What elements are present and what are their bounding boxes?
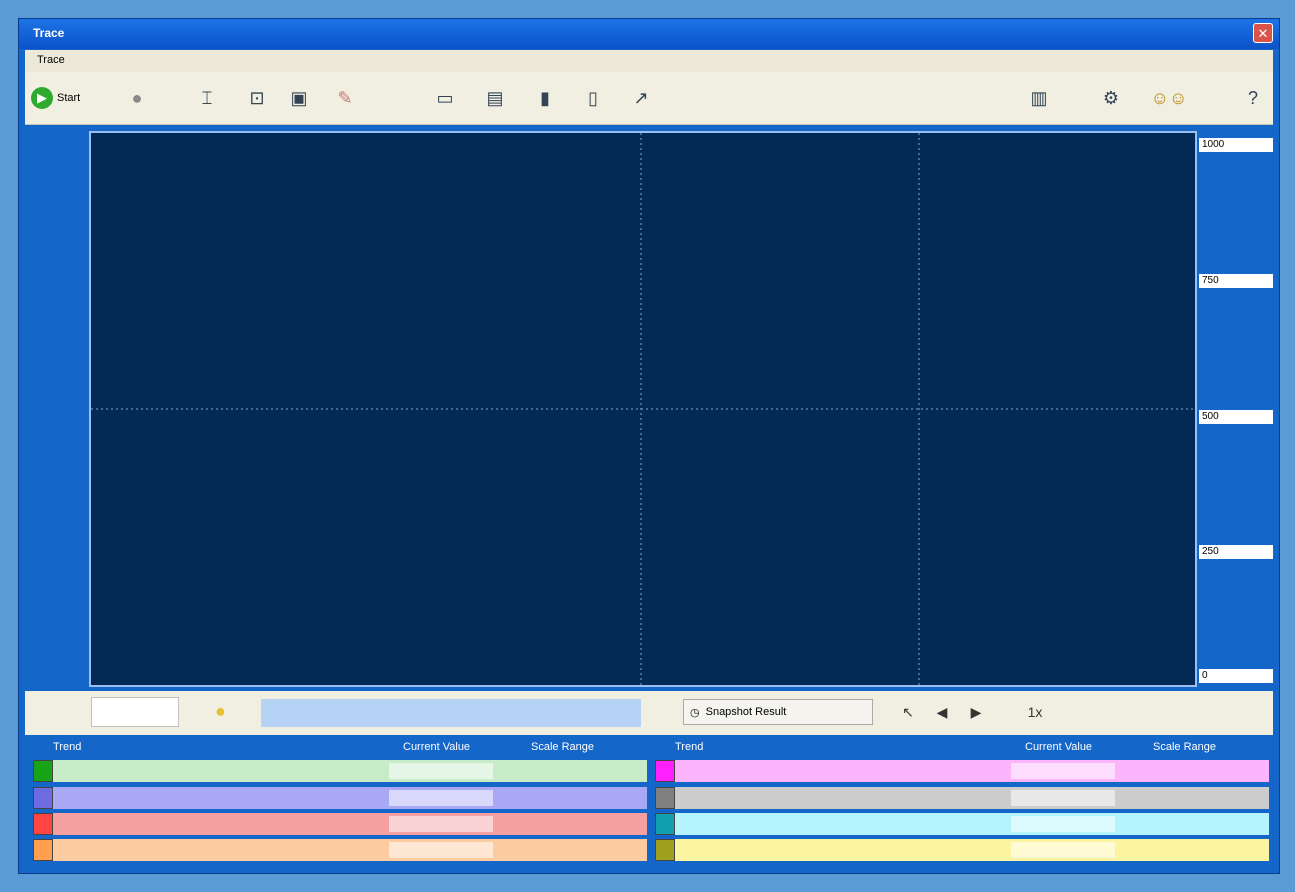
ruler-icon[interactable]: ▤ [483, 86, 507, 110]
color-swatch[interactable] [655, 787, 675, 809]
status-bar: ● ◷ Snapshot Result ↖ ◀ ▶ 1x [25, 691, 1273, 735]
menu-bar: Trace [25, 50, 1273, 72]
window-title: Trace [33, 26, 65, 40]
color-swatch[interactable] [33, 787, 53, 809]
select-icon[interactable]: ▥ [1027, 86, 1051, 110]
legend-row-left[interactable] [33, 760, 647, 782]
header-trend: Trend [53, 741, 82, 753]
start-label: Start [57, 92, 81, 104]
folder-icon[interactable]: ● [215, 700, 241, 722]
y-axis-label: 250 [1199, 545, 1273, 559]
legend-header-right: Trend Current Value Scale Range [655, 739, 1269, 757]
current-value-cell [1011, 790, 1115, 806]
zoom-area-icon[interactable]: ▣ [287, 86, 311, 110]
zoom-time-icon[interactable]: ⌶ [195, 86, 219, 110]
pan-icon[interactable]: ✎ [333, 86, 357, 110]
current-value-cell [1011, 763, 1115, 779]
color-swatch[interactable] [655, 813, 675, 835]
trace-window: Trace ✕ Trace ▶ Start ● ⌶ ⊡ ▣ ✎ ▭ ▤ ▮ ▯ … [18, 18, 1280, 874]
start-button[interactable]: ▶ Start [31, 86, 80, 110]
color-swatch[interactable] [655, 839, 675, 861]
legend-row-right[interactable] [655, 760, 1269, 782]
copy-icon[interactable]: ▯ [581, 86, 605, 110]
legend-row-right[interactable] [655, 787, 1269, 809]
current-value-cell [1011, 842, 1115, 858]
color-swatch[interactable] [33, 813, 53, 835]
speed-label: 1x [1027, 704, 1043, 720]
title-bar[interactable]: Trace ✕ [19, 19, 1279, 49]
rewind-icon[interactable]: ◀ [931, 701, 953, 723]
settings-icon[interactable]: ⚙ [1099, 86, 1123, 110]
y-axis-label: 750 [1199, 274, 1273, 288]
chart-icon[interactable]: ↗ [629, 86, 653, 110]
close-button[interactable]: ✕ [1253, 23, 1273, 43]
cursor-icon[interactable]: ↖ [897, 701, 919, 723]
header-scale-range: Scale Range [1153, 741, 1216, 753]
legend-row-left[interactable] [33, 787, 647, 809]
legend-header-left: Trend Current Value Scale Range [33, 739, 647, 757]
close-icon: ✕ [1257, 26, 1269, 41]
legend-row-right[interactable] [655, 839, 1269, 861]
color-swatch[interactable] [655, 760, 675, 782]
camera-icon: ◷ [690, 706, 700, 719]
current-value-cell [389, 763, 493, 779]
y-axis-label: 0 [1199, 669, 1273, 683]
stop-icon[interactable]: ● [125, 86, 149, 110]
forward-icon[interactable]: ▶ [965, 701, 987, 723]
y-axis-label: 500 [1199, 410, 1273, 424]
header-scale-range: Scale Range [531, 741, 594, 753]
header-current-value: Current Value [403, 741, 471, 753]
color-swatch[interactable] [33, 839, 53, 861]
help-icon[interactable]: ? [1241, 86, 1265, 110]
legend-row-right[interactable] [655, 813, 1269, 835]
snapshot-button[interactable]: ◷ Snapshot Result [683, 699, 873, 725]
color-swatch[interactable] [33, 760, 53, 782]
current-value-cell [389, 816, 493, 832]
header-trend: Trend [675, 741, 704, 753]
legend-row-left[interactable] [33, 839, 647, 861]
trend-plot-area[interactable] [89, 131, 1197, 687]
zoom-value-icon[interactable]: ⊡ [245, 86, 269, 110]
current-value-cell [1011, 816, 1115, 832]
current-value-cell [389, 790, 493, 806]
y-axis-label: 1000 [1199, 138, 1273, 152]
toolbar: ▶ Start ● ⌶ ⊡ ▣ ✎ ▭ ▤ ▮ ▯ ↗ ▥ ⚙ ☺☺ ? [25, 72, 1273, 125]
current-value-cell [389, 842, 493, 858]
header-current-value: Current Value [1025, 741, 1093, 753]
menu-item-trace[interactable]: Trace [37, 54, 65, 66]
grid [91, 133, 1195, 685]
one-to-one-icon[interactable]: ▭ [433, 86, 457, 110]
progress-bar [261, 699, 641, 727]
snapshot-label: Snapshot Result [705, 706, 787, 718]
users-icon[interactable]: ☺☺ [1149, 86, 1189, 110]
time-field[interactable] [91, 697, 179, 727]
play-icon: ▶ [31, 87, 53, 109]
legend-row-left[interactable] [33, 813, 647, 835]
save-icon[interactable]: ▮ [533, 86, 557, 110]
